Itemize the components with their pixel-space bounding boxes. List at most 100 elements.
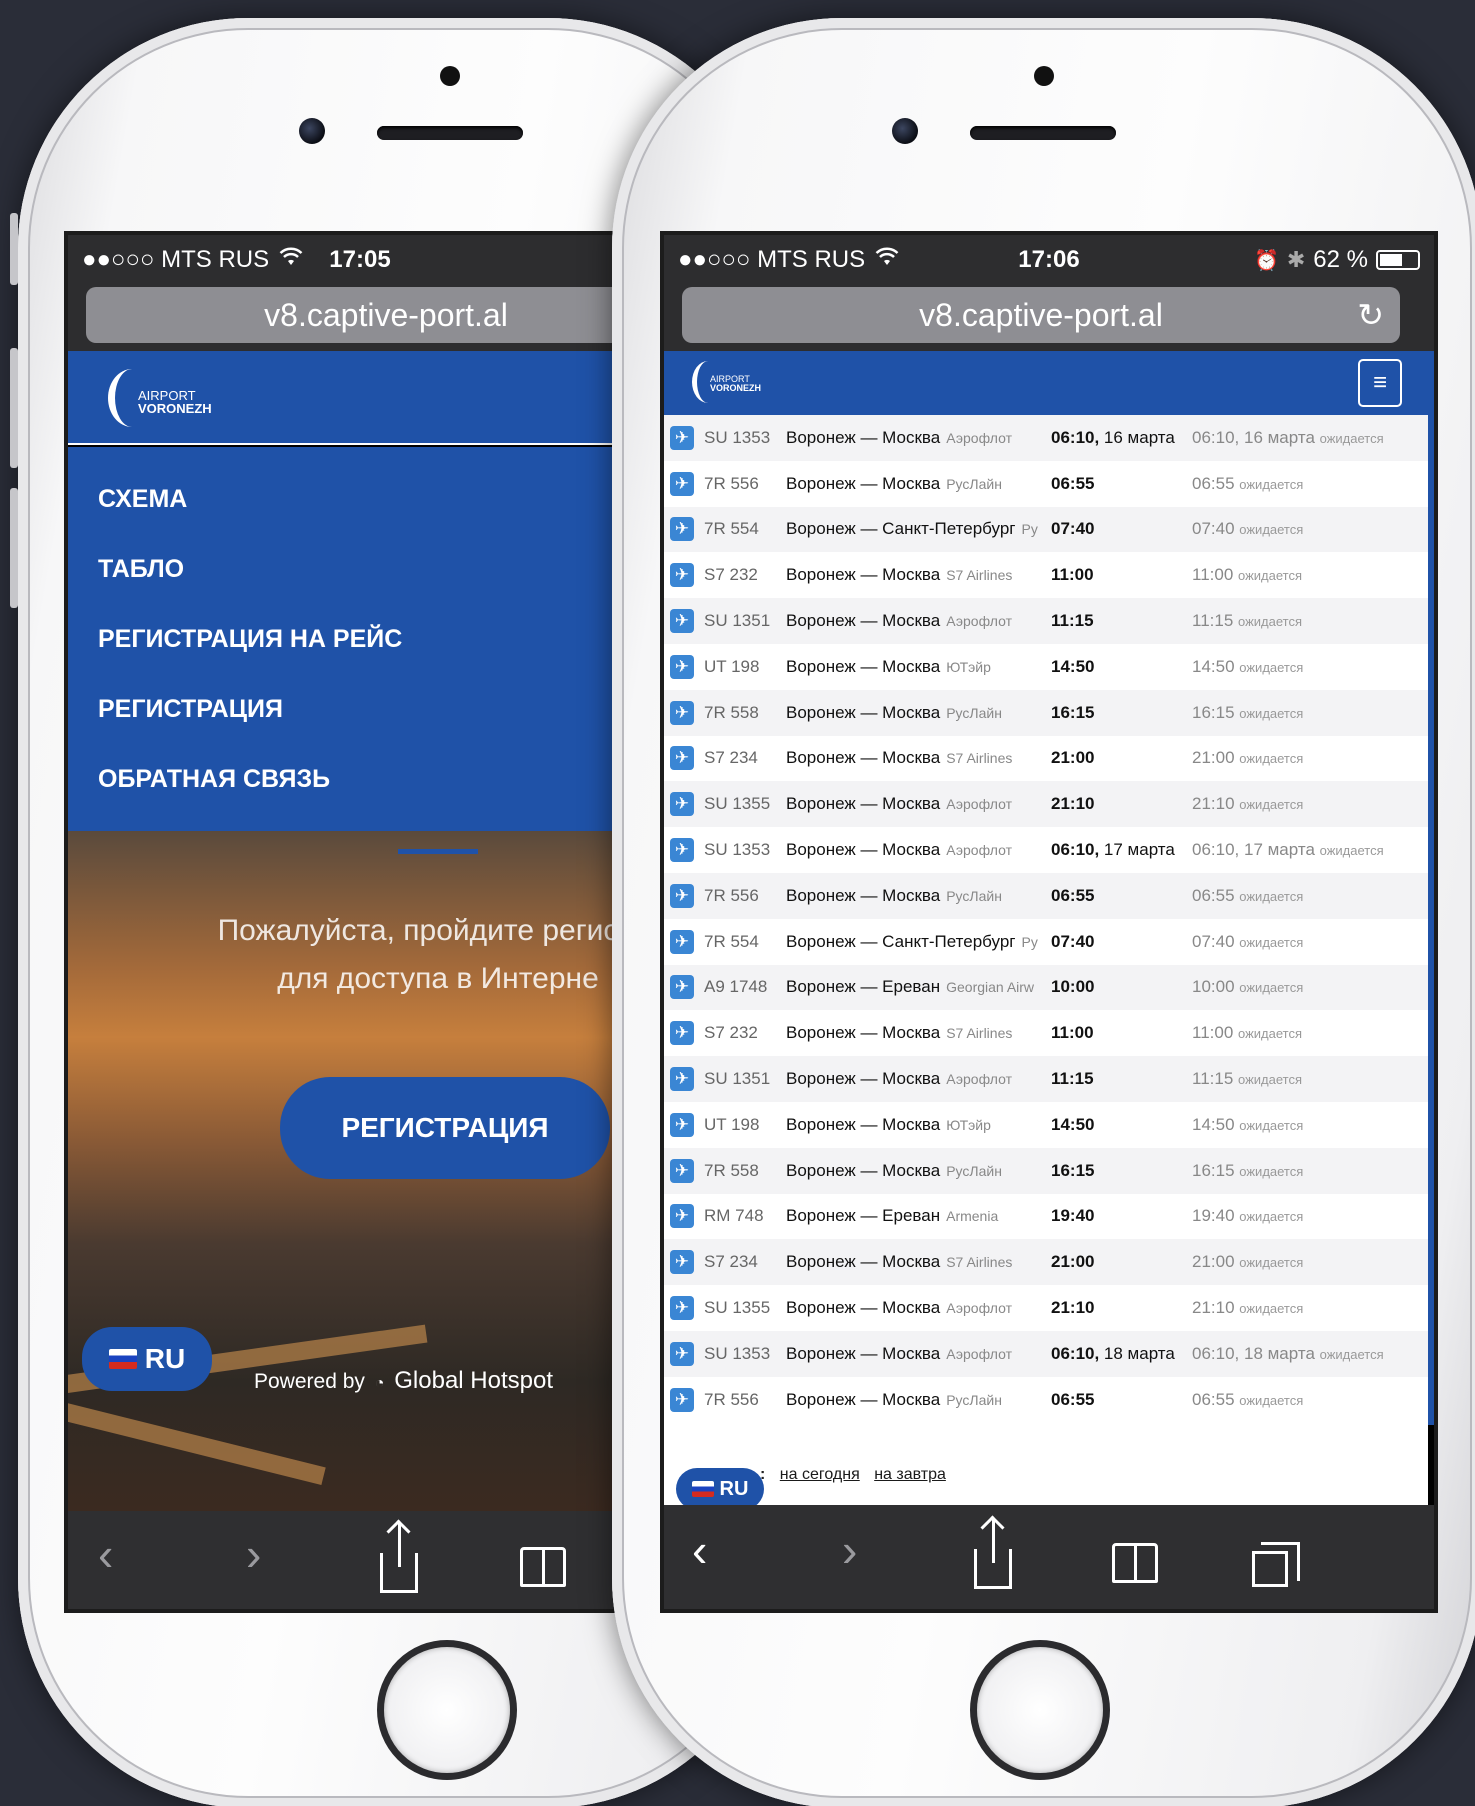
- forward-icon[interactable]: ›: [842, 1527, 857, 1573]
- site-header: AIRPORT VORONEZH ≡: [664, 351, 1434, 415]
- tabs-icon[interactable]: [1252, 1542, 1300, 1587]
- proximity-sensor: [440, 66, 460, 86]
- airport-logo[interactable]: AIRPORT VORONEZH: [710, 375, 761, 393]
- flight-status: ожидается: [1239, 1392, 1304, 1408]
- scheduled-time: 11:00: [1051, 1023, 1094, 1043]
- plane-icon: ✈: [670, 1021, 694, 1046]
- scheduled-time: 21:10: [1051, 794, 1095, 814]
- flight-route: Воронеж — Москва РусЛайн: [786, 473, 1002, 493]
- airline-name: РусЛайн: [946, 704, 1002, 721]
- flight-row: ✈ 7R 558 Воронеж — Москва РусЛайн 16:15 16:15…: [664, 1147, 1434, 1194]
- earpiece-speaker: [377, 126, 523, 140]
- airport-logo[interactable]: AIRPORT VORONEZH: [138, 389, 212, 415]
- flight-status: ожидается: [1238, 1026, 1303, 1042]
- scheduled-time: 14:50: [1051, 656, 1095, 676]
- back-icon[interactable]: ‹: [98, 1531, 113, 1577]
- reload-icon[interactable]: ↻: [1357, 296, 1384, 334]
- flight-route: Воронеж — Москва S7 Airlines: [786, 1252, 1013, 1272]
- scheduled-time: 06:10, 17 марта: [1051, 840, 1175, 860]
- flight-status: ожидается: [1239, 980, 1304, 996]
- powered-by: Powered by ◔ Global Hotspot: [254, 1367, 554, 1394]
- actual-time: 11:00 ожидается: [1192, 565, 1303, 585]
- actual-time: 07:40 ожидается: [1192, 519, 1304, 539]
- scheduled-time: 06:55: [1051, 1389, 1095, 1409]
- plane-icon: ✈: [670, 1341, 694, 1366]
- flight-row: ✈ RM 748 Воронеж — Ереван Armenia 19:40 19:40…: [664, 1193, 1434, 1240]
- filter-tomorrow-link[interactable]: на завтра: [874, 1466, 946, 1483]
- plane-icon: ✈: [670, 975, 694, 1000]
- flight-status: ожидается: [1319, 430, 1384, 446]
- airline-name: Аэрофлот: [946, 1071, 1013, 1088]
- airline-name: Аэрофлот: [946, 842, 1013, 859]
- home-button[interactable]: [970, 1640, 1110, 1780]
- plane-icon: ✈: [670, 838, 694, 863]
- menu-item-feedback[interactable]: ОБРАТНАЯ СВЯЗЬ: [98, 765, 330, 794]
- flight-row: ✈ SU 1355 Воронеж — Москва Аэрофлот 21:10 21:…: [664, 781, 1434, 828]
- menu-item-board[interactable]: ТАБЛО: [98, 555, 184, 584]
- flight-status: ожидается: [1319, 1346, 1384, 1362]
- flight-route: Воронеж — Москва S7 Airlines: [786, 1023, 1013, 1043]
- flight-row: ✈ UT 198 Воронеж — Москва ЮТэйр 14:50 14:50 о…: [664, 1101, 1434, 1148]
- language-switcher[interactable]: RU: [82, 1327, 212, 1391]
- scheduled-time: 14:50: [1051, 1114, 1095, 1134]
- flight-status: ожидается: [1319, 843, 1384, 859]
- airline-name: Аэрофлот: [946, 429, 1013, 446]
- menu-button[interactable]: ≡: [1358, 359, 1402, 407]
- actual-time: 06:10, 16 марта ожидается: [1192, 427, 1384, 447]
- flight-row: ✈ 7R 554 Воронеж — Санкт-Петербург Ру 07:40 0…: [664, 918, 1434, 965]
- plane-icon: ✈: [670, 563, 694, 588]
- russian-flag-icon: [108, 1349, 137, 1369]
- flight-row: ✈ 7R 556 Воронеж — Москва РусЛайн 06:55 06:55…: [664, 1376, 1434, 1423]
- mute-switch: [10, 213, 18, 285]
- bluetooth-icon: ✱: [1286, 247, 1306, 272]
- airline-name: S7 Airlines: [946, 1254, 1013, 1271]
- flight-status: ожидается: [1239, 659, 1304, 675]
- menu-item-checkin[interactable]: РЕГИСТРАЦИЯ НА РЕЙС: [98, 625, 402, 654]
- menu-item-register[interactable]: РЕГИСТРАЦИЯ: [98, 695, 283, 724]
- flight-number: 7R 554: [704, 519, 759, 539]
- flight-status: ожидается: [1238, 1072, 1303, 1088]
- plane-icon: ✈: [670, 792, 694, 817]
- filter-today-link[interactable]: на сегодня: [780, 1466, 860, 1483]
- airline-name: S7 Airlines: [946, 750, 1013, 767]
- flight-row: ✈ 7R 558 Воронеж — Москва РусЛайн 16:15 16:15…: [664, 689, 1434, 736]
- airline-name: РусЛайн: [946, 1162, 1002, 1179]
- nav-menu: СХЕМА ТАБЛО РЕГИСТРАЦИЯ НА РЕЙС РЕГИСТРА…: [68, 447, 652, 831]
- flight-row: ✈ S7 232 Воронеж — Москва S7 Airlines 11:00 1…: [664, 552, 1434, 599]
- flight-route: Воронеж — Москва РусЛайн: [786, 702, 1002, 722]
- register-button[interactable]: РЕГИСТРАЦИЯ: [280, 1077, 610, 1179]
- language-switcher[interactable]: RU: [676, 1468, 764, 1510]
- airline-name: Аэрофлот: [946, 1345, 1013, 1362]
- address-bar[interactable]: v8.captive-port.al: [86, 287, 652, 343]
- share-icon[interactable]: [974, 1519, 1012, 1589]
- back-icon[interactable]: ‹: [692, 1527, 707, 1573]
- flight-row: ✈ SU 1353 Воронеж — Москва Аэрофлот 06:10, 1…: [664, 415, 1434, 461]
- flight-number: 7R 556: [704, 473, 759, 493]
- actual-time: 06:55 ожидается: [1192, 473, 1304, 493]
- flight-row: ✈ 7R 556 Воронеж — Москва РусЛайн 06:55 06:55…: [664, 872, 1434, 919]
- actual-time: 21:10 ожидается: [1192, 1298, 1304, 1318]
- flight-row: ✈ SU 1351 Воронеж — Москва Аэрофлот 11:15 11:…: [664, 598, 1434, 644]
- address-bar[interactable]: v8.captive-port.al ↻: [682, 287, 1400, 343]
- forward-icon[interactable]: ›: [246, 1531, 261, 1577]
- airline-name: РусЛайн: [946, 475, 1002, 492]
- home-button[interactable]: [377, 1640, 517, 1780]
- flight-row: ✈ SU 1351 Воронеж — Москва Аэрофлот 11:15 11:…: [664, 1056, 1434, 1102]
- actual-time: 11:15 ожидается: [1192, 1069, 1303, 1089]
- bookmarks-icon[interactable]: [1112, 1543, 1158, 1583]
- plane-icon: ✈: [670, 1387, 694, 1412]
- share-icon[interactable]: [380, 1523, 418, 1593]
- menu-item-scheme[interactable]: СХЕМА: [98, 485, 187, 514]
- actual-time: 14:50 ожидается: [1192, 656, 1304, 676]
- flight-route: Воронеж — Москва Аэрофлот: [786, 611, 1013, 631]
- flight-row: ✈ S7 234 Воронеж — Москва S7 Airlines 21:00 2…: [664, 735, 1434, 782]
- scheduled-time: 21:00: [1051, 748, 1095, 768]
- flight-number: SU 1355: [704, 794, 771, 814]
- actual-time: 06:55 ожидается: [1192, 885, 1304, 905]
- flight-route: Воронеж — Москва S7 Airlines: [786, 748, 1013, 768]
- volume-up-button: [10, 348, 18, 468]
- flight-route: Воронеж — Санкт-Петербург Ру: [786, 519, 1038, 539]
- scheduled-time: 21:10: [1051, 1298, 1095, 1318]
- bookmarks-icon[interactable]: [520, 1547, 566, 1587]
- flight-status: ожидается: [1239, 476, 1304, 492]
